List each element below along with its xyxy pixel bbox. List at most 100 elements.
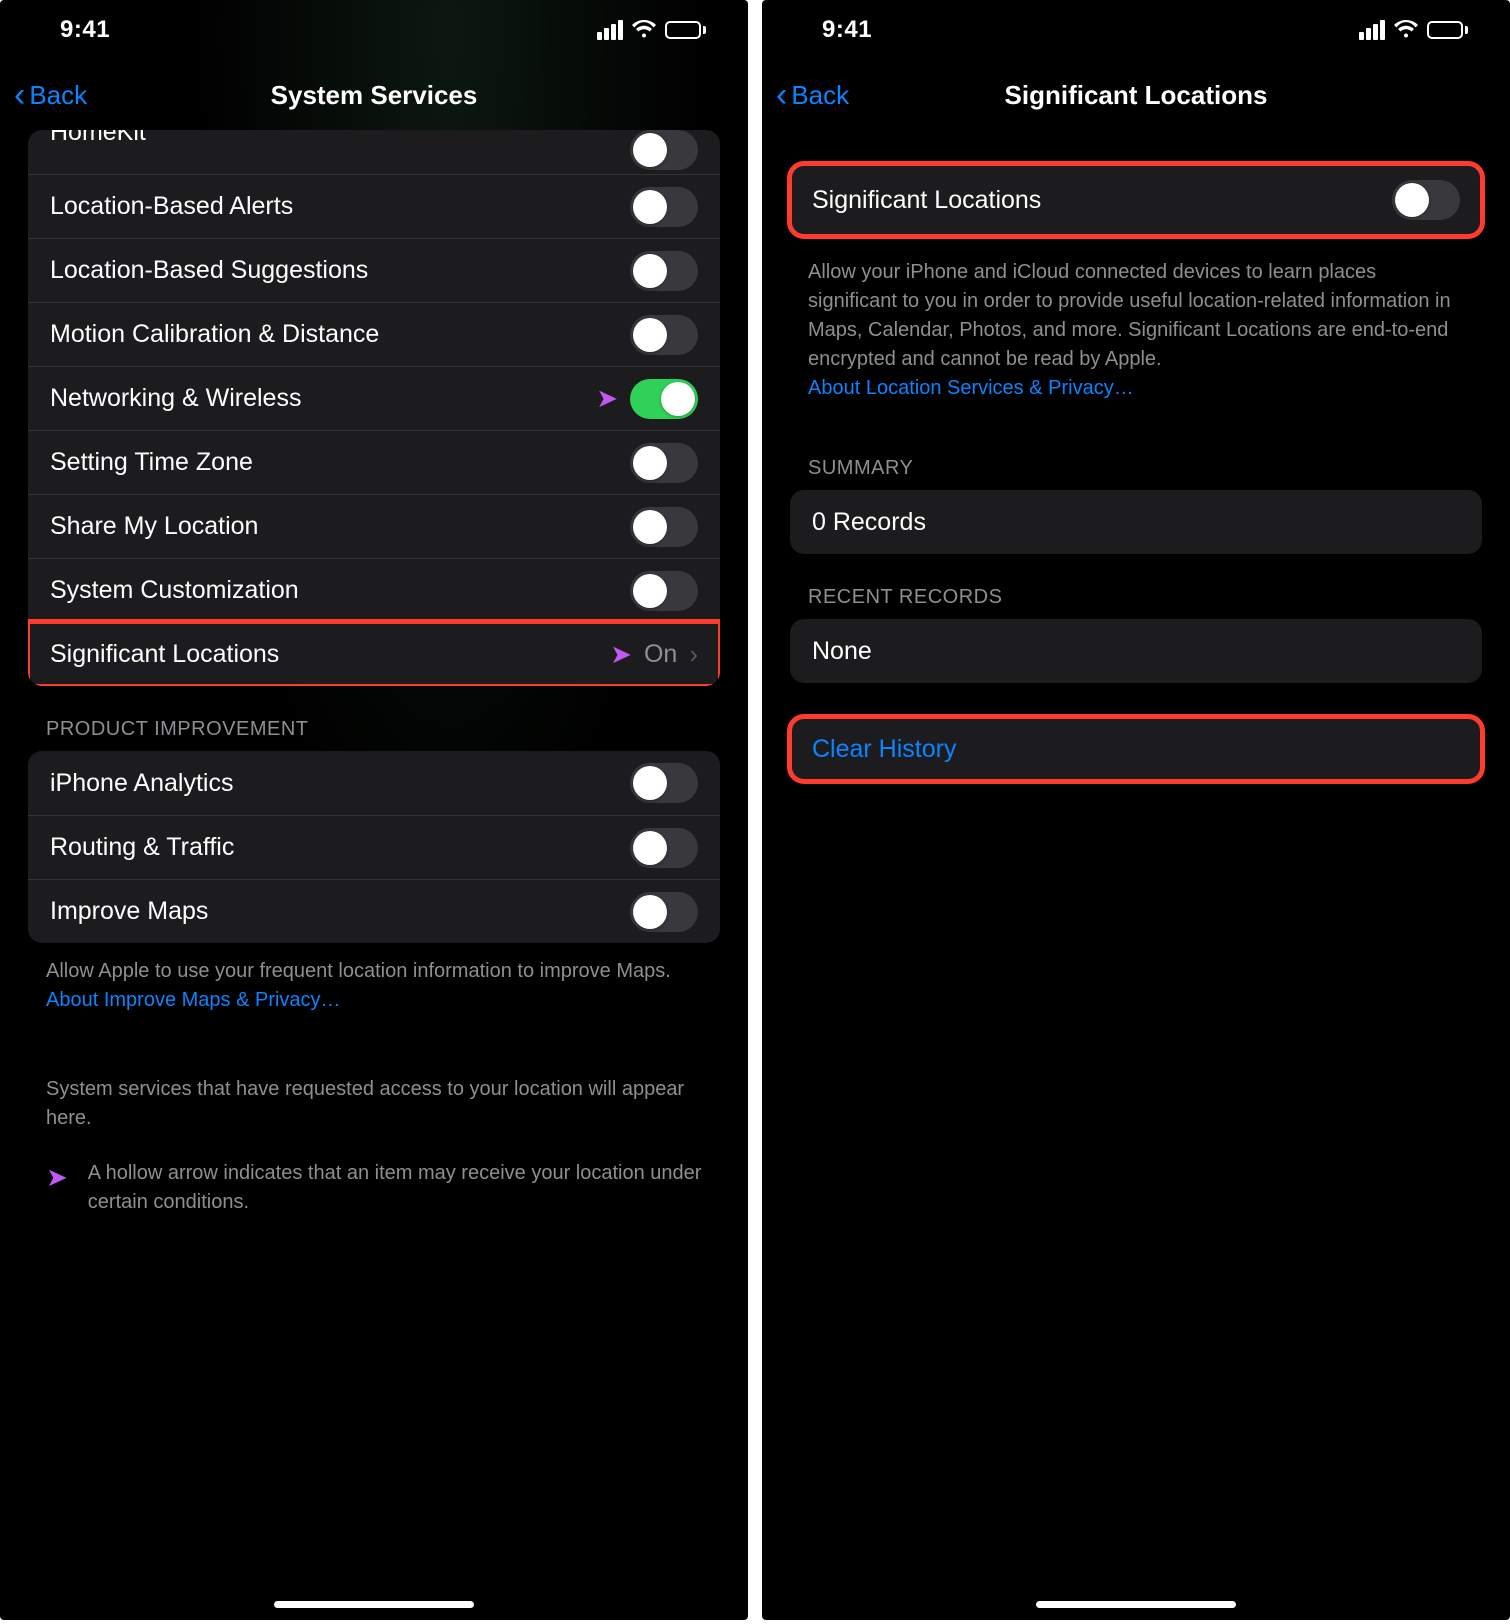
summary-group: 0 Records <box>790 490 1482 554</box>
row-routing-traffic[interactable]: Routing & Traffic <box>28 815 720 879</box>
battery-icon <box>665 21 706 39</box>
status-icons <box>597 20 706 40</box>
row-right <box>630 828 698 868</box>
chevron-right-icon: › <box>689 639 698 670</box>
row-label: Share My Location <box>50 512 630 541</box>
row-right <box>630 892 698 932</box>
row-right: ➤ <box>596 379 698 419</box>
chevron-left-icon: ‹ <box>776 78 787 112</box>
row-label: Significant Locations <box>50 640 610 669</box>
row-label: Networking & Wireless <box>50 384 596 413</box>
status-icons <box>1359 20 1468 40</box>
toggle-switch[interactable] <box>630 379 698 419</box>
wifi-icon <box>631 20 657 40</box>
significant-locations-toggle-row: Significant Locations <box>790 164 1482 236</box>
row-right <box>630 763 698 803</box>
status-time: 9:41 <box>822 16 872 44</box>
row-improve-maps[interactable]: Improve Maps <box>28 879 720 943</box>
row-iphone-analytics[interactable]: iPhone Analytics <box>28 751 720 815</box>
row-setting-time-zone[interactable]: Setting Time Zone <box>28 430 720 494</box>
status-bar: 9:41 <box>762 0 1510 60</box>
row-networking-wireless[interactable]: Networking & Wireless➤ <box>28 366 720 430</box>
toggle-switch[interactable] <box>630 763 698 803</box>
location-arrow-icon: ➤ <box>46 1162 68 1193</box>
system-services-group: HomeKit Location-Based Alerts Location-Bas… <box>28 130 720 686</box>
row-right <box>630 507 698 547</box>
section-header-product-improvement: PRODUCT IMPROVEMENT <box>46 718 720 741</box>
row-right <box>630 130 698 170</box>
toggle-switch[interactable] <box>630 571 698 611</box>
nav-bar: ‹ Back System Services <box>0 60 748 130</box>
recent-records-group: None <box>790 619 1482 683</box>
row-significant-locations[interactable]: Significant Locations➤ On › <box>28 622 720 686</box>
cellular-icon <box>1359 20 1385 40</box>
row-right: ➤ On › <box>610 639 698 670</box>
row-value: On <box>644 640 677 669</box>
section-header-recent: RECENT RECORDS <box>808 586 1482 609</box>
row-location-based-alerts[interactable]: Location-Based Alerts <box>28 174 720 238</box>
toggle-switch[interactable] <box>630 251 698 291</box>
toggle-switch[interactable] <box>630 130 698 170</box>
wifi-icon <box>1393 20 1419 40</box>
row-label: Location-Based Alerts <box>50 192 630 221</box>
back-button[interactable]: ‹ Back <box>776 78 849 112</box>
nav-bar: ‹ Back Significant Locations <box>762 60 1510 130</box>
toggle-label: Significant Locations <box>812 186 1392 215</box>
clear-history-label: Clear History <box>812 735 1460 764</box>
toggle-switch[interactable] <box>630 443 698 483</box>
significant-locations-toggle[interactable] <box>1392 180 1460 220</box>
location-arrow-icon: ➤ <box>610 639 632 670</box>
toggle-switch[interactable] <box>630 315 698 355</box>
significant-locations-desc: Allow your iPhone and iCloud connected d… <box>808 258 1464 403</box>
row-right <box>630 187 698 227</box>
row-label: HomeKit <box>50 130 630 147</box>
toggle-switch[interactable] <box>630 507 698 547</box>
cellular-icon <box>597 20 623 40</box>
row-right <box>630 571 698 611</box>
toggle-switch[interactable] <box>630 892 698 932</box>
page-title: System Services <box>0 80 748 111</box>
phone-screen-significant-locations: 9:41 ‹ Back Significant Locations Signif… <box>762 0 1510 1620</box>
battery-icon <box>1427 21 1468 39</box>
row-right <box>630 443 698 483</box>
section-header-summary: SUMMARY <box>808 457 1482 480</box>
row-motion-calibration-distance[interactable]: Motion Calibration & Distance <box>28 302 720 366</box>
about-improve-maps-link[interactable]: About Improve Maps & Privacy… <box>46 989 341 1011</box>
summary-value: 0 Records <box>812 508 1460 537</box>
hollow-arrow-legend: ➤ A hollow arrow indicates that an item … <box>46 1159 702 1217</box>
row-label: System Customization <box>50 576 630 605</box>
home-indicator[interactable] <box>1036 1601 1236 1608</box>
clear-history-group: Clear History <box>790 717 1482 781</box>
improve-maps-note: Allow Apple to use your frequent locatio… <box>46 957 702 1015</box>
row-share-my-location[interactable]: Share My Location <box>28 494 720 558</box>
row-system-customization[interactable]: System Customization <box>28 558 720 622</box>
row-label: Routing & Traffic <box>50 833 630 862</box>
status-bar: 9:41 <box>0 0 748 60</box>
row-label: Motion Calibration & Distance <box>50 320 630 349</box>
home-indicator[interactable] <box>274 1601 474 1608</box>
clear-history-button[interactable]: Clear History <box>790 717 1482 781</box>
toggle-row[interactable]: Significant Locations <box>790 164 1482 236</box>
about-location-services-link[interactable]: About Location Services & Privacy… <box>808 377 1134 399</box>
page-title: Significant Locations <box>762 80 1510 111</box>
row-location-based-suggestions[interactable]: Location-Based Suggestions <box>28 238 720 302</box>
product-improvement-group: iPhone Analytics Routing & Traffic Improve… <box>28 751 720 943</box>
row-label: Setting Time Zone <box>50 448 630 477</box>
legend-text: A hollow arrow indicates that an item ma… <box>88 1159 702 1217</box>
back-label: Back <box>791 80 849 111</box>
chevron-left-icon: ‹ <box>14 78 25 112</box>
row-label: Improve Maps <box>50 897 630 926</box>
row-right <box>630 315 698 355</box>
system-services-note: System services that have requested acce… <box>46 1075 702 1133</box>
status-time: 9:41 <box>60 16 110 44</box>
recent-value: None <box>812 637 1460 666</box>
toggle-switch[interactable] <box>630 828 698 868</box>
row-homekit[interactable]: HomeKit <box>28 130 720 174</box>
row-label: Location-Based Suggestions <box>50 256 630 285</box>
toggle-switch[interactable] <box>630 187 698 227</box>
row-label: iPhone Analytics <box>50 769 630 798</box>
back-label: Back <box>29 80 87 111</box>
row-right <box>630 251 698 291</box>
back-button[interactable]: ‹ Back <box>14 78 87 112</box>
phone-screen-system-services: 9:41 ‹ Back System Services HomeKit Locat… <box>0 0 748 1620</box>
